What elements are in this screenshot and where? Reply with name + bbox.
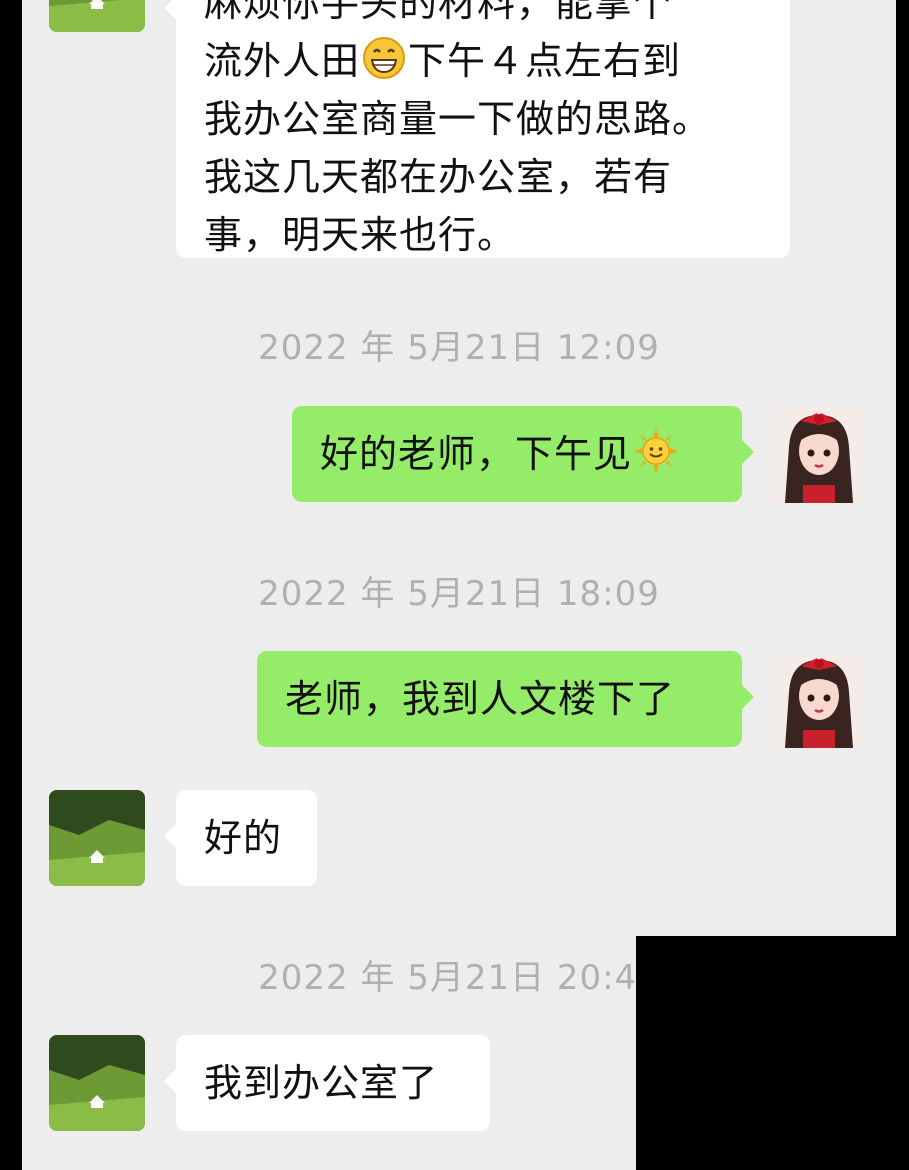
incoming-message-bubble[interactable]: 我到办公室了 bbox=[164, 1035, 490, 1131]
grinning-face-icon bbox=[362, 36, 406, 80]
message-text: 老师，我到人文楼下了 bbox=[285, 677, 676, 721]
message-text: 事，明天来也行。 bbox=[204, 213, 517, 257]
my-avatar[interactable] bbox=[771, 652, 867, 748]
message-text: 好的老师，下午见 bbox=[320, 432, 633, 476]
contact-avatar[interactable] bbox=[49, 0, 145, 32]
message-text: 流外人田 下午４点左右到 bbox=[204, 32, 762, 90]
message-text: 我这几天都在办公室，若有 bbox=[204, 155, 673, 199]
message-text-segment: 流外人田 bbox=[204, 39, 361, 83]
black-overlay bbox=[636, 936, 909, 1170]
contact-avatar[interactable] bbox=[49, 790, 145, 886]
contact-avatar[interactable] bbox=[49, 1035, 145, 1131]
outgoing-message-bubble[interactable]: 老师，我到人文楼下了 bbox=[257, 651, 754, 747]
message-text-segment: 下午４点左右到 bbox=[408, 39, 682, 83]
my-avatar[interactable] bbox=[771, 407, 867, 503]
outgoing-message-bubble[interactable]: 好的老师，下午见 bbox=[292, 406, 754, 502]
message-text: 麻烦你手头的材料，能拿个 bbox=[204, 0, 673, 25]
incoming-message-bubble[interactable]: 麻烦你手头的材料，能拿个 流外人田 下午４点左右到 我办公室商量一下做的思路。 我… bbox=[164, 0, 790, 258]
message-text: 我到办公室了 bbox=[204, 1061, 439, 1105]
incoming-message-bubble[interactable]: 好的 bbox=[164, 790, 317, 886]
message-text: 好的 bbox=[204, 816, 283, 860]
sun-with-face-icon bbox=[634, 429, 678, 473]
message-text: 我办公室商量一下做的思路。 bbox=[204, 97, 712, 141]
timestamp: 2022 年 5月21日 18:09 bbox=[258, 574, 660, 614]
timestamp: 2022 年 5月21日 12:09 bbox=[258, 328, 660, 368]
